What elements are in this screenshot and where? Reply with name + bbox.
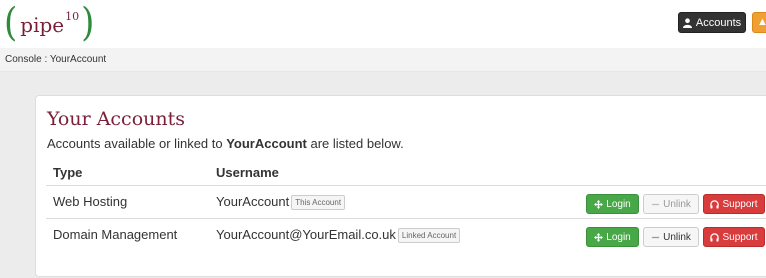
desc-suffix: are listed below. [306, 136, 404, 151]
login-button[interactable]: Login [586, 227, 639, 247]
accounts-button-label: Accounts [695, 16, 742, 29]
logo-left-paren: ( [4, 0, 18, 47]
row-username: YourAccount@YourEmail.co.uk Linked Accou… [216, 227, 461, 243]
unlink-label: Unlink [663, 198, 691, 210]
panel-description: Accounts available or linked to YourAcco… [47, 136, 404, 151]
minus-icon [651, 236, 660, 238]
table-row: Web Hosting YourAccount This Account Log… [46, 185, 766, 218]
support-button[interactable]: Support [703, 194, 765, 214]
table-row: Domain Management YourAccount@YourEmail.… [46, 218, 766, 251]
logo-word: pipe [20, 13, 65, 37]
username-text: YourAccount [216, 194, 290, 209]
row-type: Web Hosting [53, 194, 128, 209]
row-username: YourAccount This Account [216, 194, 346, 210]
desc-prefix: Accounts available or linked to [47, 136, 227, 151]
breadcrumb: Console : YourAccount [5, 54, 107, 65]
login-button[interactable]: Login [586, 194, 639, 214]
user-icon [682, 17, 692, 28]
support-label: Support [722, 198, 758, 210]
accounts-panel: Your Accounts Accounts available or link… [35, 95, 766, 277]
minus-icon [651, 203, 660, 205]
unlink-button[interactable]: Unlink [643, 227, 699, 247]
top-bar: ( pipe 10 ) Accounts ▲ [0, 0, 766, 48]
unlink-label: Unlink [663, 231, 691, 243]
page-title: Your Accounts [47, 108, 185, 130]
column-header-username: Username [216, 165, 279, 180]
move-icon [594, 199, 604, 209]
username-text: YourAccount@YourEmail.co.uk [216, 227, 396, 242]
row-type: Domain Management [53, 227, 178, 242]
headphones-icon [710, 199, 720, 209]
account-tag: Linked Account [397, 228, 461, 243]
headphones-icon [710, 232, 720, 242]
account-tag: This Account [291, 195, 346, 210]
unlink-button[interactable]: Unlink [643, 194, 699, 214]
support-button[interactable]: Support [703, 227, 765, 247]
desc-account: YourAccount [226, 136, 307, 151]
column-header-type: Type [53, 165, 83, 180]
breadcrumb-bar: Console : YourAccount [0, 48, 766, 72]
support-label: Support [722, 231, 758, 243]
accounts-button[interactable]: Accounts [678, 12, 746, 33]
pipe10-logo[interactable]: ( pipe 10 ) [4, 2, 94, 44]
move-icon [594, 232, 604, 242]
login-label: Login [606, 231, 631, 243]
logo-right-paren: ) [81, 0, 95, 47]
login-label: Login [606, 198, 631, 210]
logo-superscript: 10 [65, 9, 80, 23]
orange-menu-button[interactable]: ▲ [752, 12, 766, 33]
